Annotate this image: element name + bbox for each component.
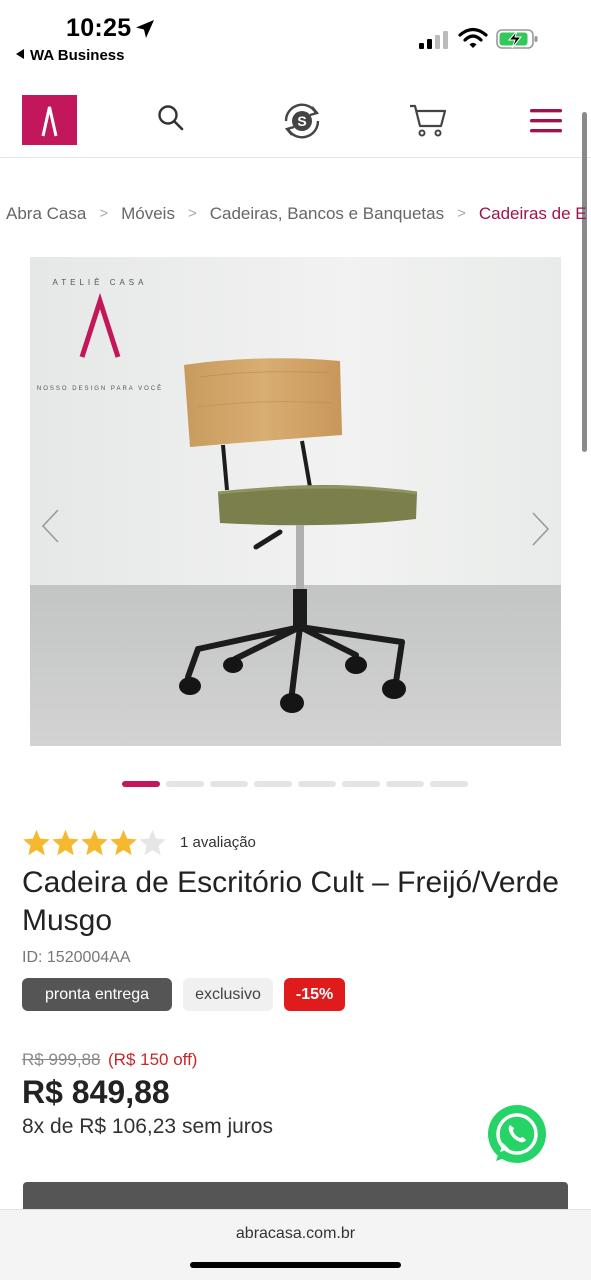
location-arrow-icon <box>136 20 154 38</box>
star-empty-icon <box>139 829 166 855</box>
whatsapp-icon[interactable] <box>486 1104 548 1166</box>
rating-count[interactable]: 1 avaliação <box>180 834 256 851</box>
breadcrumb-item-home[interactable]: Abra Casa <box>6 204 86 224</box>
product-id: ID: 1520004AA <box>22 949 131 966</box>
carousel-dot[interactable] <box>430 781 468 787</box>
breadcrumb: Abra Casa > Móveis > Cadeiras, Bancos e Banq… <box>6 203 586 229</box>
logo-mark-icon <box>41 106 58 137</box>
breadcrumb-chevron-icon: > <box>99 205 109 223</box>
carousel-next-icon[interactable] <box>527 510 553 548</box>
page-scrollbar[interactable] <box>582 112 587 452</box>
breadcrumb-item-current[interactable]: Cadeiras de Es <box>479 204 586 224</box>
star-filled-icon <box>23 829 50 855</box>
breadcrumb-chevron-icon: > <box>457 205 466 223</box>
installments-text: 8x de R$ 106,23 sem juros <box>22 1115 273 1138</box>
status-bar: 10:25 WA Business <box>0 0 591 72</box>
search-icon[interactable] <box>156 103 186 133</box>
battery-charging-icon <box>496 29 538 49</box>
exclusive-badge: exclusivo <box>183 978 273 1011</box>
svg-text:S: S <box>297 113 306 129</box>
carousel-dot[interactable] <box>342 781 380 787</box>
old-price: R$ 999,88 <box>22 1050 101 1069</box>
browser-address-bar[interactable]: abracasa.com.br <box>0 1209 591 1280</box>
carousel-prev-icon[interactable] <box>38 507 64 545</box>
breadcrumb-item-cadeiras-bancos[interactable]: Cadeiras, Bancos e Banquetas <box>210 204 444 224</box>
shop-s-icon[interactable]: S <box>278 97 326 145</box>
carousel-dot[interactable] <box>210 781 248 787</box>
menu-icon[interactable] <box>528 106 564 136</box>
cart-icon[interactable] <box>408 102 448 138</box>
carousel-dot[interactable] <box>254 781 292 787</box>
carousel-dot[interactable] <box>386 781 424 787</box>
discount-badge: -15% <box>283 978 346 1011</box>
back-triangle-icon <box>16 49 24 59</box>
brand-logo[interactable] <box>22 95 77 145</box>
stamp-text-bottom: NOSSO DESIGN PARA VOCÊ <box>37 384 163 392</box>
breadcrumb-chevron-icon: > <box>187 205 197 223</box>
url-text[interactable]: abracasa.com.br <box>0 1225 591 1243</box>
carousel-dot[interactable] <box>122 781 160 787</box>
back-to-app-link[interactable]: WA Business <box>16 47 124 64</box>
product-image[interactable]: ATELIÊ CASA NOSSO DESIGN PARA VOCÊ <box>30 257 561 746</box>
back-app-label: WA Business <box>30 47 125 64</box>
chair-photo: ATELIÊ CASA NOSSO DESIGN PARA VOCÊ <box>30 257 561 746</box>
star-filled-icon <box>81 829 108 855</box>
home-indicator[interactable] <box>190 1262 401 1268</box>
product-title: Cadeira de Escritório Cult – Freijó/Verd… <box>22 866 559 937</box>
current-price: R$ 849,88 <box>22 1074 170 1110</box>
discount-amount: (R$ 150 off) <box>108 1050 198 1069</box>
stamp-text-top: ATELIÊ CASA <box>53 278 148 287</box>
product-rating[interactable]: 1 avaliação <box>22 826 256 858</box>
clock: 10:25 <box>66 14 132 42</box>
stock-badge: pronta entrega <box>22 978 173 1011</box>
site-header: S <box>0 80 591 158</box>
carousel-indicators <box>122 781 468 789</box>
carousel-dot[interactable] <box>298 781 336 787</box>
cellular-signal-icon <box>419 31 448 49</box>
wifi-icon <box>458 27 488 48</box>
product-tags: pronta entrega exclusivo -15% <box>22 978 346 1012</box>
star-filled-icon <box>110 829 137 855</box>
carousel-dot[interactable] <box>166 781 204 787</box>
breadcrumb-item-moveis[interactable]: Móveis <box>121 204 175 224</box>
star-filled-icon <box>52 829 79 855</box>
